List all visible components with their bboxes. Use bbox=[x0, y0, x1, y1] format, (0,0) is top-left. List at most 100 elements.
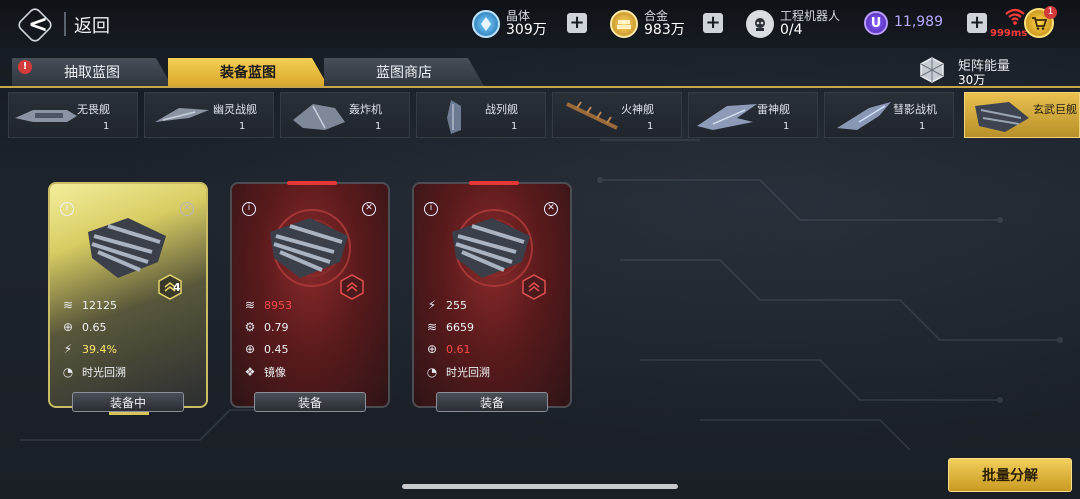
armor-icon: ≋ bbox=[62, 298, 74, 312]
chevron-left-icon[interactable]: < bbox=[20, 6, 56, 42]
ship-type-name: 雷神舰 bbox=[757, 103, 790, 116]
crosshair-icon: ⊕ bbox=[244, 342, 256, 356]
ship-type-count: 1 bbox=[511, 121, 518, 132]
close-icon[interactable]: ✕ bbox=[362, 202, 376, 216]
crosshair-icon: ⊕ bbox=[62, 320, 74, 334]
resource-name: 工程机器人 bbox=[780, 8, 841, 23]
ship-type-name: 彗影战机 bbox=[893, 103, 937, 116]
ship-thumbnail-icon bbox=[155, 108, 209, 122]
equipped-indicator bbox=[109, 412, 149, 415]
matrix-energy-icon bbox=[920, 57, 944, 83]
matrix-energy-value: 30万 bbox=[958, 73, 986, 87]
ship-type-vulcan[interactable]: 火神舰 1 bbox=[552, 92, 682, 138]
robot-icon bbox=[746, 10, 774, 38]
button-label: 装备中 bbox=[109, 395, 146, 410]
rank-badge bbox=[522, 274, 546, 300]
ping-readout: 999ms bbox=[990, 28, 1028, 39]
stat-row: ⚡ 39.4% bbox=[60, 342, 117, 356]
info-icon[interactable]: i bbox=[60, 202, 74, 216]
equip-button[interactable]: 装备 bbox=[436, 392, 548, 412]
ship-type-count: 1 bbox=[783, 121, 790, 132]
cart-alert-badge: 1 bbox=[1044, 6, 1057, 19]
ship-thumbnail-icon bbox=[697, 104, 757, 130]
ship-type-battleship[interactable]: 战列舰 1 bbox=[416, 92, 546, 138]
stat-row: ⊕ 0.45 bbox=[242, 342, 289, 356]
button-label: 批量分解 bbox=[982, 468, 1038, 484]
stat-row: ◔ 时光回溯 bbox=[424, 364, 490, 380]
stat-value: 255 bbox=[446, 298, 467, 312]
stat-value: 12125 bbox=[82, 298, 117, 312]
tab-draw-blueprint[interactable]: 抽取蓝图 bbox=[12, 58, 172, 86]
ship-type-count: 1 bbox=[239, 121, 246, 132]
back-label[interactable]: 返回 bbox=[74, 12, 110, 38]
add-crystal-button[interactable]: + bbox=[567, 13, 587, 33]
blueprint-card[interactable]: i ✕ ⚡ 255 ≋ 6659 ⊕ 0.61 ◔ 时光回溯 装备 bbox=[412, 181, 572, 412]
tabs-underline bbox=[0, 86, 1080, 88]
rank-value: 4 bbox=[173, 281, 181, 294]
equip-button[interactable]: 装备 bbox=[254, 392, 366, 412]
ship-type-comet-fighter[interactable]: 彗影战机 1 bbox=[824, 92, 954, 138]
info-icon[interactable]: i bbox=[424, 202, 438, 216]
divider bbox=[64, 12, 66, 36]
resource-value: 983万 bbox=[644, 21, 685, 38]
tab-equip-blueprint[interactable]: 装备蓝图 bbox=[168, 58, 328, 86]
damage-icon: ⚡ bbox=[63, 342, 73, 356]
resource-alloy: 合金 983万 bbox=[610, 6, 685, 42]
ship-type-xuanwu[interactable]: 玄武巨舰 bbox=[964, 92, 1080, 138]
bulk-dismantle-button[interactable]: 批量分解 bbox=[948, 458, 1072, 492]
crystal-icon bbox=[472, 10, 500, 38]
info-icon[interactable]: i bbox=[242, 202, 256, 216]
stat-row: ≋ 8953 bbox=[242, 298, 292, 312]
stat-value: 0.61 bbox=[446, 342, 471, 356]
ship-thumbnail-icon bbox=[975, 102, 1029, 132]
stat-row: ⊕ 0.61 bbox=[424, 342, 471, 356]
stat-row: ◔ 时光回溯 bbox=[60, 364, 126, 380]
ship-thumbnail-icon bbox=[293, 104, 345, 130]
damage-icon: ⚡ bbox=[427, 298, 437, 312]
ship-type-name: 幽灵战舰 bbox=[213, 103, 257, 116]
tab-label: 蓝图商店 bbox=[376, 65, 432, 81]
ship-type-name: 无畏舰 bbox=[77, 103, 110, 116]
stat-row: ⚡ 255 bbox=[424, 298, 467, 312]
ship-type-thor[interactable]: 雷神舰 1 bbox=[688, 92, 818, 138]
blueprint-card[interactable]: i ✕ ≋ 8953 ⚙ 0.79 ⊕ 0.45 ❖ 镜像 装备 bbox=[230, 181, 390, 412]
close-icon[interactable]: ✕ bbox=[180, 202, 194, 216]
equipped-button[interactable]: 装备中 bbox=[72, 392, 184, 415]
time-rewind-icon: ◔ bbox=[426, 365, 438, 379]
ship-type-bomber[interactable]: 轰炸机 1 bbox=[280, 92, 410, 138]
wifi-icon bbox=[1005, 8, 1025, 25]
close-icon[interactable]: ✕ bbox=[544, 202, 558, 216]
ship-type-name: 火神舰 bbox=[621, 103, 654, 116]
stat-value: 6659 bbox=[446, 320, 474, 334]
stat-row: ❖ 镜像 bbox=[242, 364, 286, 380]
stat-value: 0.65 bbox=[82, 320, 107, 334]
tab-label: 装备蓝图 bbox=[220, 65, 276, 81]
blueprint-card[interactable]: i ✕ 4 ≋ 12125 ⊕ 0.65 ⚡ 39.4% ◔ 时光回溯 装备中 bbox=[48, 182, 208, 415]
ship-type-dreadnought[interactable]: 无畏舰 1 bbox=[8, 92, 138, 138]
resource-name: 合金 bbox=[644, 8, 669, 23]
armor-icon: ≋ bbox=[426, 320, 438, 334]
ship-type-count: 1 bbox=[103, 121, 110, 132]
ship-type-phantom[interactable]: 幽灵战舰 1 bbox=[144, 92, 274, 138]
tab-blueprint-shop[interactable]: 蓝图商店 bbox=[324, 58, 484, 86]
add-alloy-button[interactable]: + bbox=[703, 13, 723, 33]
skill-name: 时光回溯 bbox=[446, 366, 490, 379]
add-premium-button[interactable]: + bbox=[967, 13, 987, 33]
button-label: 装备 bbox=[297, 395, 322, 410]
stat-value: 0.45 bbox=[264, 342, 289, 356]
ship-type-name: 轰炸机 bbox=[349, 103, 382, 116]
ship-thumbnail-icon bbox=[837, 102, 891, 130]
stat-row: ≋ 6659 bbox=[424, 320, 474, 334]
stat-row: ≋ 12125 bbox=[60, 298, 117, 312]
ship-type-row: 无畏舰 1 幽灵战舰 1 轰炸机 1 战列舰 1 火神舰 1 雷神舰 1 彗影战… bbox=[0, 92, 1080, 140]
resource-value: 0/4 bbox=[780, 21, 803, 38]
premium-currency-icon: U bbox=[864, 11, 888, 35]
home-indicator[interactable] bbox=[402, 484, 678, 489]
tab-label: 抽取蓝图 bbox=[64, 65, 120, 81]
card-top-glow bbox=[469, 181, 519, 185]
stat-row: ⊕ 0.65 bbox=[60, 320, 107, 334]
skill-name: 镜像 bbox=[264, 366, 286, 379]
alloy-icon bbox=[610, 10, 638, 38]
resource-value: 309万 bbox=[506, 21, 547, 38]
top-bar: < 返回 晶体 309万 + 合金 983万 + 工程机器人 0/4 U 11,… bbox=[0, 0, 1080, 48]
